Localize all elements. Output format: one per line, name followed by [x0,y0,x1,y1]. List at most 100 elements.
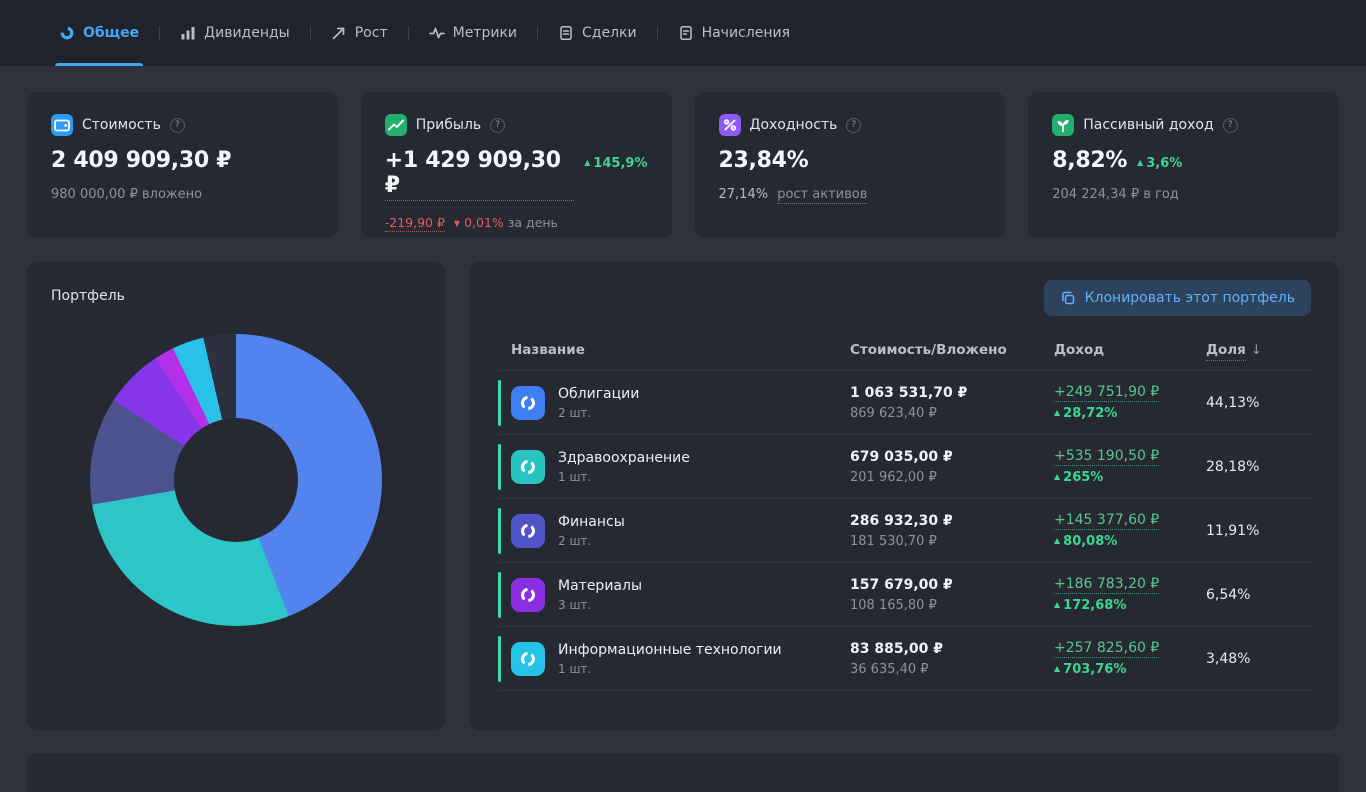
clone-icon [1060,290,1076,306]
sector-income[interactable]: +249 751,90 ₽ [1054,384,1160,402]
sector-invested: 869 623,40 ₽ [850,405,937,421]
sector-income[interactable]: +535 190,50 ₽ [1054,448,1160,466]
header-name[interactable]: Название [498,342,850,358]
tab-deals[interactable]: Сделки [556,0,639,66]
row-accent-bar [498,379,501,426]
sector-pie-icon [511,577,545,612]
help-icon[interactable]: ? [490,117,506,133]
tab-general[interactable]: Общее [54,0,144,66]
header-income[interactable]: Доход [1054,342,1206,358]
sector-share: 3,48% [1206,650,1251,667]
card-label: Пассивный доход [1083,117,1214,133]
stat-cards: Стоимость ? 2 409 909,30 ₽ 980 000,00 ₽ … [27,92,1339,238]
currency-label: Валюта [80,789,150,792]
day-change-value[interactable]: -219,90 ₽ [384,215,445,232]
tab-growth[interactable]: Рост [329,0,390,66]
profit-value[interactable]: +1 429 909,30 ₽ [384,148,575,201]
holdings-panel: Клонировать этот портфель Название Стоим… [470,262,1339,730]
sector-share: 44,13% [1206,394,1260,411]
tab-label: Сделки [582,25,637,41]
help-icon[interactable]: ? [846,117,862,133]
yield-value: 23,84% [718,148,809,173]
sector-income-pct: ▲ 28,72% [1054,406,1118,421]
table-row[interactable]: Информационные технологии 1 шт. 83 885,0… [498,627,1311,691]
up-arrow-icon: ▲ [1054,536,1061,545]
header-value[interactable]: Стоимость/Вложено [850,342,1054,358]
row-accent-bar [498,443,501,490]
yield-sub: 27,14% рост активов [719,187,982,204]
help-icon[interactable]: ? [1222,117,1238,133]
tab-metrics[interactable]: Метрики [427,0,519,66]
up-arrow-icon: ▲ [1054,600,1061,609]
sector-income[interactable]: +186 783,20 ₽ [1054,576,1160,594]
currency-section-row[interactable]: » Валюта 40 712,80 ₽ [27,753,1339,792]
up-arrow-icon: ▲ [1054,408,1061,417]
clone-portfolio-button[interactable]: Клонировать этот портфель [1043,280,1311,316]
passive-income-delta: ▲ 3,6% [1137,156,1183,171]
sector-count: 3 шт. [558,597,592,612]
day-suffix: за день [507,215,558,230]
sector-count: 2 шт. [558,533,592,548]
sector-value: 157 679,00 ₽ [850,576,953,593]
sector-name: Финансы [558,513,625,530]
sector-count: 2 шт. [558,405,592,420]
tab-dividends[interactable]: Дивиденды [178,0,292,66]
asset-growth-link[interactable]: рост активов [777,187,868,204]
header-share[interactable]: Доля ↓ [1206,342,1311,361]
sector-name: Информационные технологии [558,641,782,658]
sector-invested: 108 165,80 ₽ [850,597,937,613]
table-row[interactable]: Здравоохранение 1 шт. 679 035,00 ₽ 201 9… [498,435,1311,499]
sector-invested: 36 635,40 ₽ [850,661,929,677]
sector-count: 1 шт. [558,469,592,484]
up-arrow-icon: ▲ [584,158,591,167]
document-icon [558,25,574,41]
sprout-icon [1052,114,1075,136]
sector-invested: 181 530,70 ₽ [850,533,937,549]
table-row[interactable]: Облигации 2 шт. 1 063 531,70 ₽ 869 623,4… [498,371,1311,435]
sector-pie-icon [511,385,545,420]
table-row[interactable]: Материалы 3 шт. 157 679,00 ₽ 108 165,80 … [498,563,1311,627]
sector-income-pct: ▲ 172,68% [1054,598,1127,613]
pie-chart-icon [59,25,75,41]
tab-label: Начисления [701,25,790,41]
tab-separator [159,25,161,41]
tab-label: Общее [83,25,140,41]
rocket-icon [331,25,347,41]
sector-name: Облигации [558,385,640,402]
percent-icon [718,114,741,136]
card-label: Доходность [749,117,838,133]
down-arrow-icon: ▼ [453,219,461,228]
table-row[interactable]: Финансы 2 шт. 286 932,30 ₽ 181 530,70 ₽ … [498,499,1311,563]
profit-delta: ▲ 145,9% [584,156,648,171]
clone-button-label: Клонировать этот портфель [1084,290,1295,306]
sector-income-pct: ▲ 80,08% [1054,534,1118,549]
sector-income[interactable]: +145 377,60 ₽ [1054,512,1160,530]
day-change-pct: 0,01% [464,215,504,230]
sector-invested: 201 962,00 ₽ [850,469,937,485]
sector-pie-icon [511,513,545,548]
total-value: 2 409 909,30 ₽ [51,148,232,173]
sector-income[interactable]: +257 825,60 ₽ [1054,640,1160,658]
pulse-icon [428,25,445,41]
tab-separator [309,25,311,41]
row-accent-bar [498,507,501,554]
card-passive-income: Пассивный доход ? 8,82% ▲ 3,6% 204 224,34… [1028,92,1339,238]
sector-name: Здравоохранение [558,449,690,466]
wallet-icon [51,114,73,136]
card-total-value: Стоимость ? 2 409 909,30 ₽ 980 000,00 ₽ … [27,92,338,238]
portfolio-donut-chart[interactable] [90,334,382,626]
sort-desc-icon: ↓ [1250,343,1262,358]
sector-share: 28,18% [1206,458,1260,475]
tab-separator [537,25,538,41]
sector-value: 1 063 531,70 ₽ [850,384,968,401]
help-icon[interactable]: ? [169,117,185,133]
card-profit: Прибыль ? +1 429 909,30 ₽ ▲ 145,9% -219,9… [360,92,672,238]
tab-list: Общее Дивиденды Рост Метрики Сделки Начи… [54,0,792,66]
row-accent-bar [498,635,501,682]
tab-accruals[interactable]: Начисления [676,0,792,66]
document-icon [678,25,694,41]
portfolio-title: Портфель [51,288,125,304]
up-arrow-icon: ▲ [1137,158,1144,167]
passive-income-sub: 204 224,34 ₽ в год [1052,187,1179,202]
sector-pie-icon [511,641,545,676]
